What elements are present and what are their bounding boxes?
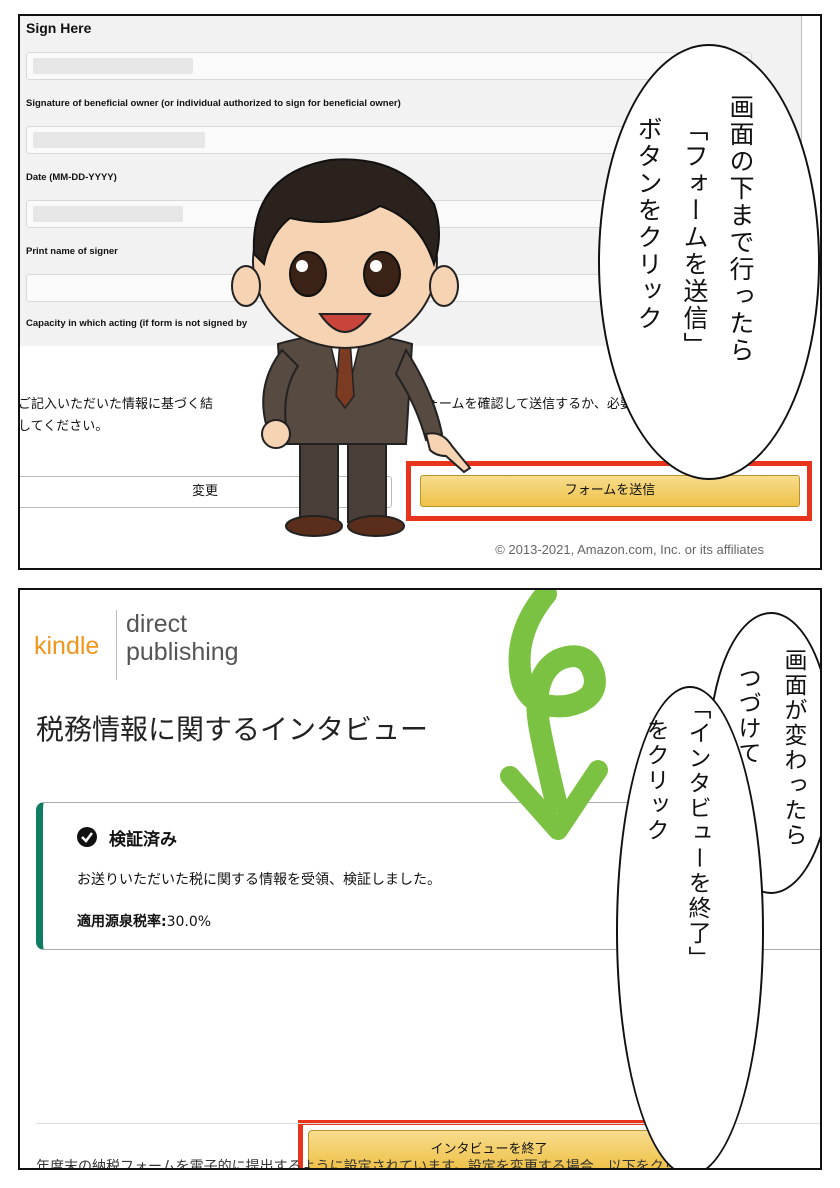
direct-publishing-logo: direct publishing	[126, 610, 239, 666]
rate-label: 適用源泉税率:	[77, 914, 167, 930]
bubble2-line-1: 「インタビューを終了」	[684, 696, 710, 971]
efile-notice-text: 年度末の納税フォームを電子的に提出するように設定されています。設定を変更する場合…	[36, 1159, 678, 1170]
bubble1-line-1: 画面が変わったら	[780, 648, 806, 848]
bubble-line-1: 画面の下まで行ったら	[726, 94, 755, 364]
notice-text-c: してください。	[18, 419, 109, 434]
curly-arrow-icon	[500, 590, 608, 840]
logo-publishing: publishing	[126, 638, 239, 666]
verified-title: 検証済み	[109, 830, 177, 850]
page-title: 税務情報に関するインタビュー	[36, 713, 429, 746]
sign-here-heading: Sign Here	[26, 20, 92, 36]
rate-value: 30.0%	[166, 914, 212, 930]
print-name-label: Print name of signer	[26, 246, 118, 257]
manga-panel-1: Sign Here Signature of beneficial owner …	[18, 14, 822, 570]
bubble-line-2: 「フォームを送信」	[680, 116, 709, 359]
signature-label: Signature of beneficial owner (or indivi…	[26, 98, 401, 109]
verified-message: お送りいただいた税に関する情報を受領、検証しました。	[77, 872, 441, 888]
signature-field[interactable]	[26, 52, 752, 80]
businessman-character	[231, 158, 472, 537]
manga-panel-2: kindle direct publishing 税務情報に関するインタビュー …	[18, 588, 822, 1170]
kindle-logo: kindle	[34, 632, 100, 660]
logo-divider	[116, 610, 117, 680]
logo-direct: direct	[126, 610, 188, 638]
copyright-text: © 2013-2021, Amazon.com, Inc. or its aff…	[495, 542, 764, 557]
withholding-rate: 適用源泉税率:30.0%	[77, 911, 211, 931]
capacity-label: Capacity in which acting (if form is not…	[26, 318, 248, 329]
date-label: Date (MM-DD-YYYY)	[26, 172, 117, 183]
bubble2-line-2: をクリック	[642, 718, 668, 843]
notice-text-a: ご記入いただいた情報に基づく結	[18, 397, 214, 412]
bubble-line-3: ボタンをクリック	[634, 116, 663, 332]
check-circle-icon	[77, 827, 97, 847]
